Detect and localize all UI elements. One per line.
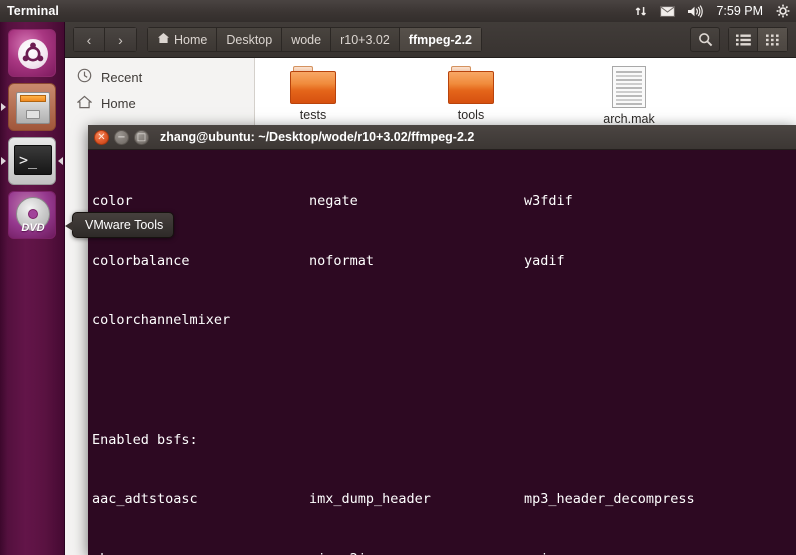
- gear-icon[interactable]: [770, 0, 796, 22]
- launcher-ubuntu-dash[interactable]: [8, 29, 56, 77]
- dvd-disc-hole: [28, 209, 38, 219]
- terminal-titlebar[interactable]: ✕ − □ zhang@ubuntu: ~/Desktop/wode/r10+3…: [88, 125, 796, 150]
- close-button[interactable]: ✕: [94, 129, 109, 145]
- folder-icon: [448, 66, 494, 104]
- running-indicator-files: [1, 103, 6, 111]
- dvd-label: DVD: [21, 222, 45, 234]
- maximize-icon: □: [136, 131, 147, 143]
- breadcrumb-item-home[interactable]: Home: [147, 27, 218, 52]
- file-label: tests: [299, 108, 327, 122]
- breadcrumb-item-r10[interactable]: r10+3.02: [331, 27, 400, 52]
- file-manager-toolbar: ‹ › Home Desktop wode r10+3.02 ffmpeg-2.…: [65, 22, 796, 58]
- file-label: tools: [457, 108, 485, 122]
- ubuntu-logo-icon: [18, 39, 48, 69]
- back-button[interactable]: ‹: [73, 27, 105, 52]
- breadcrumb-item-ffmpeg[interactable]: ffmpeg-2.2: [399, 27, 482, 52]
- launcher-files[interactable]: [8, 83, 56, 131]
- terminal-title-text: zhang@ubuntu: ~/Desktop/wode/r10+3.02/ff…: [160, 130, 475, 144]
- terminal-line: chompmjpeg2jpegnoise: [92, 550, 796, 555]
- network-icon[interactable]: [629, 0, 654, 22]
- sidebar-item-label: Recent: [101, 69, 143, 85]
- clock-icon: [77, 68, 92, 86]
- terminal-line: colorchannelmixer: [92, 312, 231, 329]
- sidebar-item-home[interactable]: Home: [65, 90, 254, 116]
- forward-button[interactable]: ›: [105, 27, 137, 52]
- sidebar-item-label: Home: [101, 95, 136, 111]
- breadcrumb-item-wode[interactable]: wode: [282, 27, 332, 52]
- launcher-slot-ubuntu: [0, 29, 64, 77]
- unity-top-panel: Terminal 7:59 PM: [0, 0, 796, 22]
- launcher-dvd[interactable]: DVD: [8, 191, 56, 239]
- launcher-slot-files: [0, 83, 64, 131]
- search-icon[interactable]: [690, 27, 720, 52]
- view-mode-toggle: [728, 27, 788, 52]
- home-icon: [157, 32, 170, 47]
- breadcrumb-label: Home: [174, 32, 208, 47]
- file-label: arch.mak: [603, 112, 655, 126]
- system-tray: 7:59 PM: [629, 0, 796, 22]
- active-app-title[interactable]: Terminal: [7, 4, 59, 18]
- file-item-arch-mak[interactable]: arch.mak: [589, 66, 669, 126]
- terminal-line: colorbalance noformat yadif: [92, 252, 565, 269]
- terminal-line: Enabled bsfs:: [92, 431, 198, 448]
- terminal-window: ✕ − □ zhang@ubuntu: ~/Desktop/wode/r10+3…: [88, 125, 796, 555]
- terminal-prompt-icon: >_: [14, 145, 52, 175]
- file-cabinet-drawer: [20, 95, 46, 102]
- running-indicator-terminal: [1, 157, 6, 165]
- terminal-line: aac_adtstoasc imx_dump_header mp3_header_d…: [92, 491, 695, 508]
- close-icon: ✕: [97, 131, 106, 143]
- maximize-button[interactable]: □: [134, 129, 149, 145]
- list-view-icon[interactable]: [728, 27, 758, 52]
- launcher-slot-dvd: DVD: [0, 191, 64, 239]
- toolbar-right-group: [690, 27, 788, 52]
- breadcrumb: Home Desktop wode r10+3.02 ffmpeg-2.2: [147, 27, 482, 52]
- volume-icon[interactable]: [681, 0, 709, 22]
- file-grid: tests tools arch.mak: [255, 66, 796, 126]
- terminal-output[interactable]: color negate w3fdif colorbalance noformat ya…: [88, 150, 796, 555]
- focused-indicator-terminal: [58, 157, 63, 165]
- launcher-terminal[interactable]: >_: [8, 137, 56, 185]
- vmware-tools-tooltip: VMware Tools: [64, 212, 175, 238]
- unity-launcher: >_ DVD: [0, 22, 65, 555]
- messaging-envelope-icon[interactable]: [654, 0, 681, 22]
- breadcrumb-item-desktop[interactable]: Desktop: [217, 27, 283, 52]
- home-icon: [76, 95, 93, 112]
- minimize-button[interactable]: −: [114, 129, 129, 145]
- tooltip-label: VMware Tools: [85, 218, 164, 232]
- file-item-tests[interactable]: tests: [273, 66, 353, 126]
- minimize-icon: −: [117, 131, 126, 143]
- grid-view-icon[interactable]: [758, 27, 788, 52]
- sidebar-item-recent[interactable]: Recent: [65, 64, 254, 90]
- document-icon: [612, 66, 646, 108]
- file-cabinet-handle: [26, 110, 40, 119]
- clock[interactable]: 7:59 PM: [709, 4, 770, 18]
- navigation-buttons: ‹ ›: [73, 27, 137, 52]
- terminal-line: color negate w3fdif: [92, 192, 573, 209]
- file-item-tools[interactable]: tools: [431, 66, 511, 126]
- desktop-screen: Terminal 7:59 PM >_ DVD ‹ › Home Desktop…: [0, 0, 796, 555]
- folder-icon: [290, 66, 336, 104]
- launcher-slot-terminal: >_: [0, 137, 64, 185]
